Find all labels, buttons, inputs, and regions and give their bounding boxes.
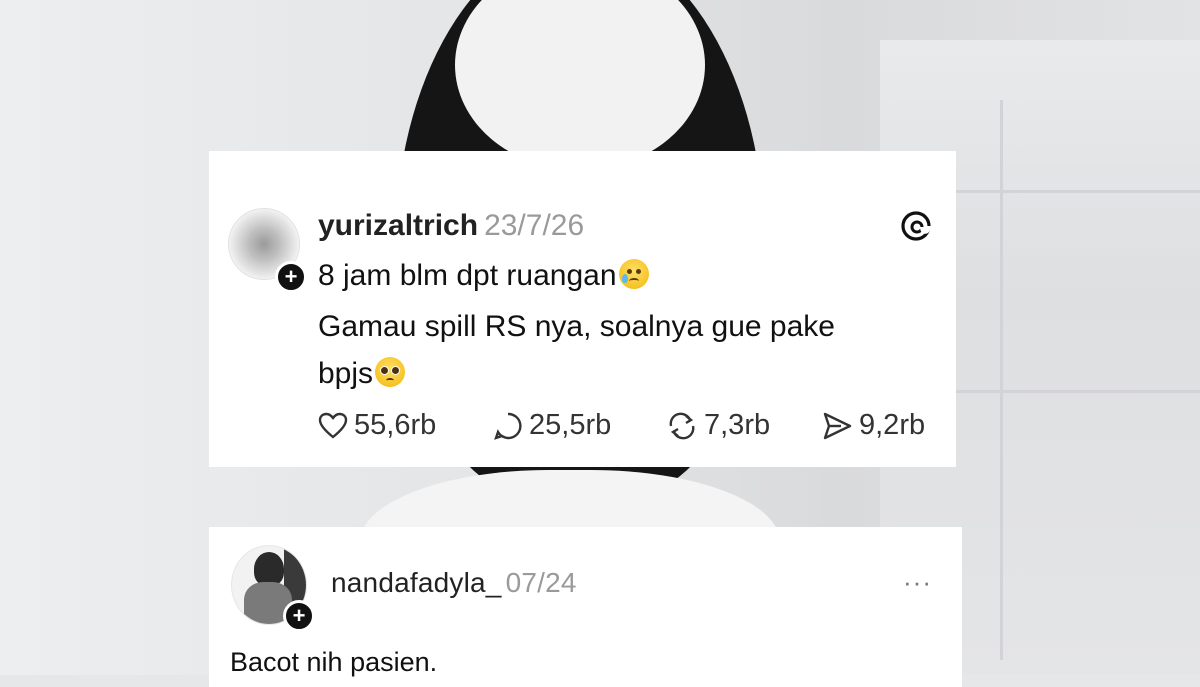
reply-text: Bacot nih pasien. [230, 647, 438, 677]
more-options-icon[interactable]: ··· [903, 567, 932, 598]
share-count: 9,2rb [859, 409, 926, 441]
repost-icon [669, 412, 695, 439]
username[interactable]: nandafadyla_ [331, 567, 502, 598]
post-header: yurizaltrich 23/7/26 [318, 209, 584, 243]
post-text-line-1: 8 jam blm dpt ruangan [318, 259, 649, 293]
reply-date: 07/24 [505, 567, 577, 598]
reply-header: nandafadyla_ 07/24 [331, 567, 577, 599]
share-button[interactable]: 9,2rb [821, 409, 925, 442]
follow-plus-icon[interactable]: + [283, 600, 315, 632]
reply-button[interactable]: 25,5rb [493, 409, 611, 442]
username[interactable]: yurizaltrich [318, 209, 478, 242]
post-card[interactable]: + yurizaltrich 23/7/26 8 jam blm dpt ruan… [209, 151, 956, 467]
heart-icon [318, 412, 348, 439]
post-actions: 55,6rb 25,5rb 7,3rb 9,2rb [318, 409, 948, 445]
reply-count: 25,5rb [529, 409, 612, 441]
like-button[interactable]: 55,6rb [318, 409, 436, 442]
repost-count: 7,3rb [704, 409, 771, 441]
post-text-line-3: bpjs [318, 357, 406, 391]
comment-icon [494, 412, 522, 440]
send-icon [823, 412, 852, 439]
like-count: 55,6rb [354, 409, 437, 441]
follow-plus-icon[interactable]: + [275, 261, 307, 293]
pleading-face-icon [375, 357, 406, 387]
threads-icon[interactable] [899, 209, 933, 243]
reply-card[interactable]: + nandafadyla_ 07/24 ··· Bacot nih pasien… [209, 527, 962, 687]
post-date: 23/7/26 [484, 209, 585, 242]
repost-button[interactable]: 7,3rb [666, 409, 770, 442]
post-text-line-2: Gamau spill RS nya, soalnya gue pake [318, 310, 835, 343]
crying-face-icon [618, 259, 649, 289]
